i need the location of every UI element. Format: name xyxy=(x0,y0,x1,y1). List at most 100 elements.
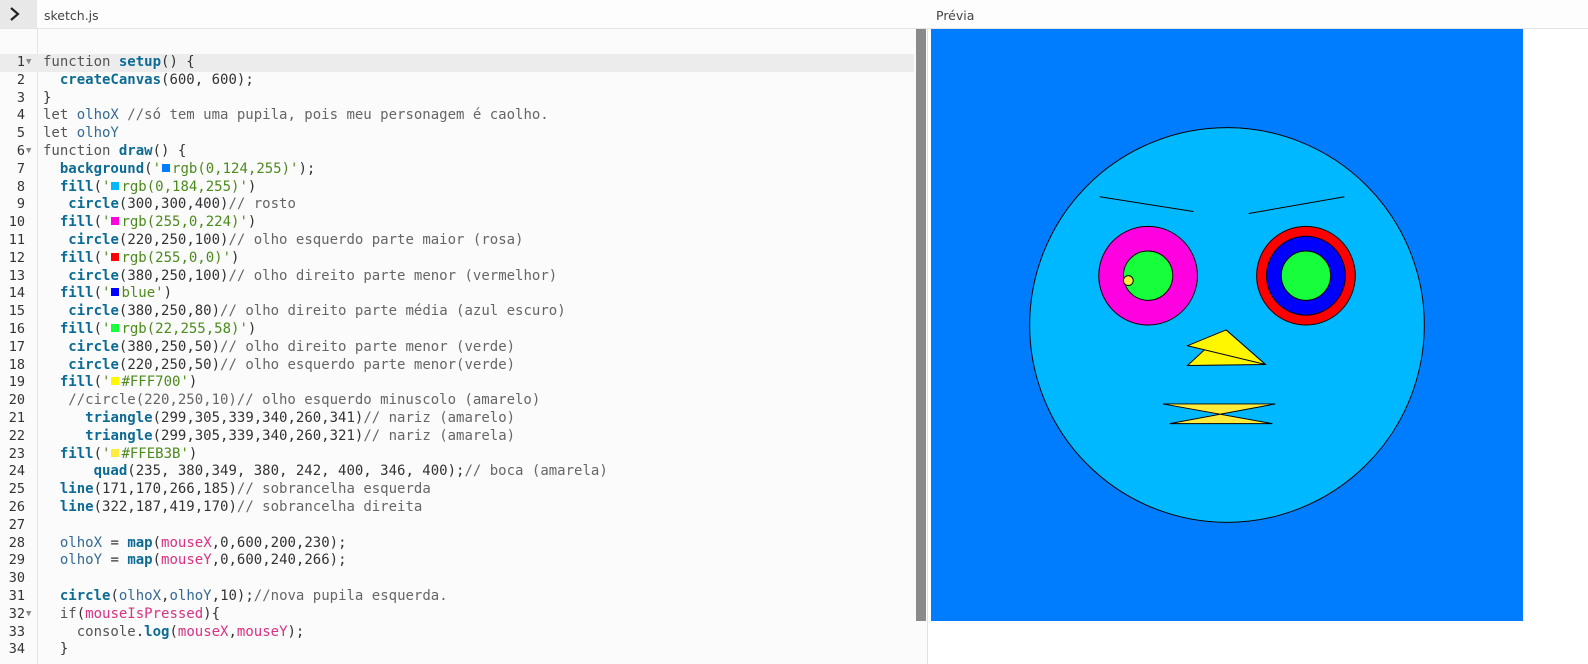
code-line[interactable]: 19 fill(' #FFF700') xyxy=(0,374,914,392)
code-text: quad(235, 380,349, 380, 242, 400, 346, 4… xyxy=(43,463,608,481)
code-line[interactable]: 26 line(322,187,419,170)// sobrancelha d… xyxy=(0,499,914,517)
code-text: circle(380,250,100)// olho direito parte… xyxy=(43,268,557,286)
code-token: ) xyxy=(188,374,198,391)
code-line[interactable]: 32 ▼ if(mouseIsPressed){ xyxy=(0,606,914,624)
code-token: } xyxy=(43,89,52,106)
code-line[interactable]: 27 xyxy=(0,517,914,535)
code-text: fill(' rgb(255,0,224)') xyxy=(43,214,256,232)
code-token: 0,600,200,230 xyxy=(220,534,330,551)
code-token: let xyxy=(43,107,77,124)
code-line[interactable]: 6 ▼ function draw() { xyxy=(0,143,914,161)
code-text: fill(' rgb(255,0,0)') xyxy=(43,250,240,268)
editor-file-tab[interactable]: sketch.js xyxy=(44,8,99,23)
code-token: ); xyxy=(236,71,254,88)
code-line[interactable]: 25 line(171,170,266,185)// sobrancelha e… xyxy=(0,481,914,499)
line-number: 24 xyxy=(8,463,25,480)
code-line[interactable]: 7 background(' rgb(0,124,255)'); xyxy=(0,161,914,179)
code-token: ); xyxy=(287,623,305,640)
code-line[interactable]: 24 quad(235, 380,349, 380, 242, 400, 346… xyxy=(0,463,914,481)
code-line[interactable]: 20 //circle(220,250,10)// olho esquerdo … xyxy=(0,392,914,410)
code-token: // olho direito parte menor (verde) xyxy=(220,338,516,355)
code-editor[interactable]: 1 ▼ function setup() {2 createCanvas(600, … xyxy=(0,29,928,664)
code-token: 380,250,100 xyxy=(127,267,221,284)
editor-scrollbar[interactable] xyxy=(916,29,926,621)
code-line[interactable]: 15 circle(380,250,80)// olho direito par… xyxy=(0,303,914,321)
code-token: circle xyxy=(68,196,119,213)
code-token: ){ xyxy=(203,605,221,622)
line-number: 16 xyxy=(8,320,25,337)
code-line[interactable]: 29 olhoY = map(mouseY,0,600,240,266); xyxy=(0,552,914,570)
code-token: 380,250,80 xyxy=(127,303,212,320)
code-line[interactable]: 11 circle(220,250,100)// olho esquerdo p… xyxy=(0,232,914,250)
line-number: 30 xyxy=(8,570,25,587)
line-number: 13 xyxy=(8,267,25,284)
code-line[interactable]: 22 triangle(299,305,339,340,260,321)// n… xyxy=(0,428,914,446)
code-line[interactable]: 16 fill(' rgb(22,255,58)') xyxy=(0,321,914,339)
code-token: setup xyxy=(118,54,162,70)
code-line[interactable]: 12 fill(' rgb(255,0,0)') xyxy=(0,250,914,268)
code-token: 300,300,400 xyxy=(127,196,221,213)
code-text: let olhoX //só tem uma pupila, pois meu … xyxy=(43,107,549,125)
right-eye-inner xyxy=(1280,250,1332,301)
fold-arrow-icon[interactable]: ▼ xyxy=(26,54,31,72)
chevron-right-icon xyxy=(10,7,20,21)
code-line[interactable]: 34 } xyxy=(0,641,914,659)
code-token: ' xyxy=(102,178,111,195)
code-line[interactable]: 3} xyxy=(0,90,914,108)
sketch-preview-canvas[interactable] xyxy=(931,29,1523,621)
code-line[interactable]: 2 createCanvas(600, 600); xyxy=(0,72,914,90)
code-line[interactable]: 8 fill(' rgb(0,184,255)') xyxy=(0,179,914,197)
code-token: , xyxy=(211,587,221,604)
sidebar-toggle-button[interactable] xyxy=(0,0,37,28)
line-number: 10 xyxy=(8,214,25,231)
code-line[interactable]: 9 circle(300,300,400)// rosto xyxy=(0,196,914,214)
code-token: ) xyxy=(247,320,257,337)
code-line[interactable]: 18 circle(220,250,50)// olho esquerdo pa… xyxy=(0,357,914,375)
code-token: () { xyxy=(161,54,195,70)
code-line[interactable]: 13 circle(380,250,100)// olho direito pa… xyxy=(0,268,914,286)
code-line[interactable]: 30 xyxy=(0,570,914,588)
code-lines[interactable]: 1 ▼ function setup() {2 createCanvas(600, … xyxy=(0,54,914,659)
code-token: ( xyxy=(127,463,136,480)
code-token: ( xyxy=(93,445,103,462)
code-token: // rosto xyxy=(228,196,296,213)
pane-divider[interactable] xyxy=(927,29,928,664)
code-line[interactable]: 31 circle(olhoX,olhoY,10);//nova pupila … xyxy=(0,588,914,606)
code-line[interactable]: 14 fill(' blue') xyxy=(0,285,914,303)
code-token: circle xyxy=(68,303,119,320)
code-line[interactable]: 5 let olhoY xyxy=(0,125,914,143)
code-token: line xyxy=(59,481,94,498)
code-token: ' xyxy=(102,285,111,302)
code-line[interactable]: 4 let olhoX //só tem uma pupila, pois meu… xyxy=(0,107,914,125)
code-text: circle(300,300,400)// rosto xyxy=(43,196,296,214)
code-token: 0,600,240,266 xyxy=(220,552,330,569)
code-token: #FFF700' xyxy=(121,374,189,391)
code-token: // olho direito parte média (azul escuro… xyxy=(220,303,566,320)
left-eye-inner xyxy=(1122,250,1174,301)
code-token: . xyxy=(135,623,145,640)
code-line[interactable]: 1 ▼ function setup() { xyxy=(0,54,914,72)
code-token: olhoY xyxy=(169,587,212,604)
code-line[interactable]: 17 circle(380,250,50)// olho direito par… xyxy=(0,339,914,357)
code-token: , xyxy=(228,623,237,640)
code-line[interactable]: 10 fill(' rgb(255,0,224)') xyxy=(0,214,914,232)
code-token: 380,250,50 xyxy=(127,338,212,355)
code-text: } xyxy=(43,641,68,659)
code-text: olhoY = map(mouseY,0,600,240,266); xyxy=(43,552,347,570)
code-line[interactable]: 21 triangle(299,305,339,340,260,341)// n… xyxy=(0,410,914,428)
line-number: 33 xyxy=(8,623,25,640)
code-token: circle xyxy=(59,587,111,604)
code-line[interactable]: 23 fill(' #FFEB3B') xyxy=(0,446,914,464)
fold-arrow-icon[interactable]: ▼ xyxy=(26,606,31,624)
color-swatch-icon xyxy=(111,377,120,386)
code-line[interactable]: 33 console.log(mouseX,mouseY); xyxy=(0,624,914,642)
sketch-canvas-svg[interactable] xyxy=(931,29,1523,621)
code-line[interactable]: 28 olhoX = map(mouseX,0,600,200,230); xyxy=(0,535,914,553)
fold-arrow-icon[interactable]: ▼ xyxy=(26,143,31,161)
line-number: 11 xyxy=(8,231,25,248)
